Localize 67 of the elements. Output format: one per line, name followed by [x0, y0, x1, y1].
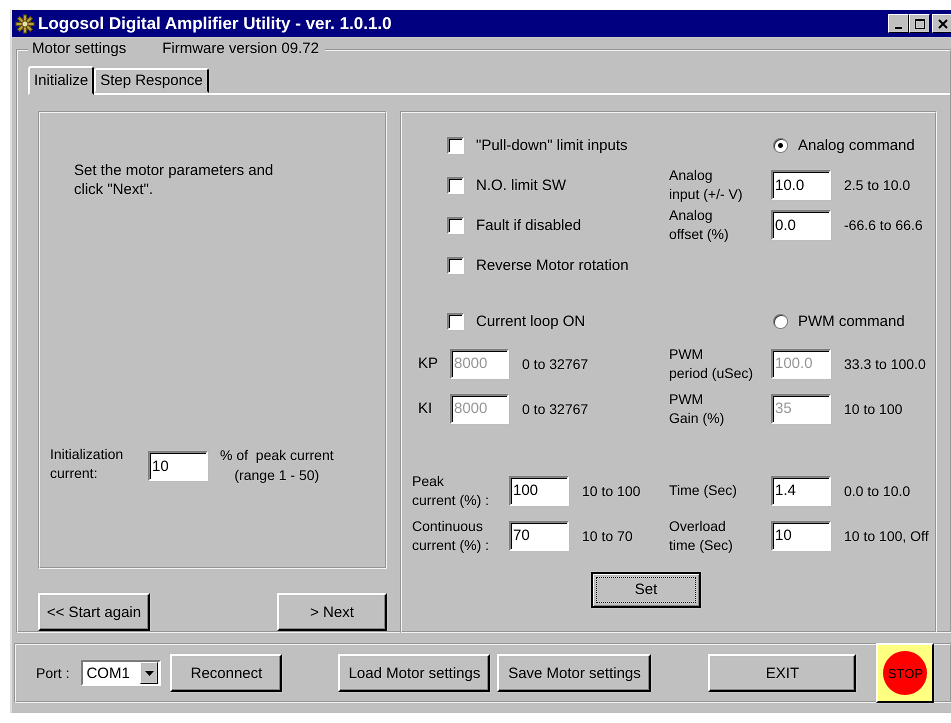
input-field[interactable]: 70: [509, 520, 569, 550]
input-field[interactable]: 10: [771, 520, 831, 550]
field-label: Analog input (+/- V): [669, 166, 744, 204]
checkbox[interactable]: [447, 216, 464, 234]
range-text: 10 to 100: [582, 482, 640, 498]
field-label: KI: [418, 400, 434, 417]
range-text: 0 to 32767: [522, 356, 588, 372]
exit-button[interactable]: EXIT: [708, 654, 856, 692]
radio-button[interactable]: [773, 138, 788, 152]
stop-button[interactable]: STOP: [876, 643, 934, 703]
input-field[interactable]: 10.0: [771, 170, 831, 200]
checkbox[interactable]: [447, 256, 464, 274]
close-button[interactable]: [932, 14, 951, 33]
checkbox[interactable]: [447, 176, 464, 194]
port-dropdown[interactable]: COM1: [81, 660, 162, 686]
range-hint: % of peak current (range 1 - 50): [220, 446, 334, 485]
save-settings-button[interactable]: Save Motor settings: [497, 654, 652, 692]
checkbox-label: "Pull-down" limit inputs: [476, 136, 628, 154]
group-label: Motor settings: [32, 40, 126, 57]
field-label: Overload time (Sec): [669, 516, 734, 554]
input-field[interactable]: 10: [148, 451, 208, 481]
range-text: 10 to 100, Off: [844, 528, 929, 544]
minimize-button[interactable]: [888, 14, 909, 33]
instruction-text: Set the motor parameters and click "Next".: [74, 161, 274, 199]
dropdown-arrow-icon: [144, 670, 154, 676]
range-text: 0 to 32767: [522, 400, 588, 416]
reconnect-button[interactable]: Reconnect: [170, 654, 282, 692]
firmware-version: Firmware version 09.72: [162, 40, 319, 57]
checkbox-label: Current loop ON: [476, 312, 586, 330]
range-text: 0.0 to 10.0: [844, 482, 910, 498]
set-button[interactable]: Set: [591, 572, 701, 608]
start-again-button[interactable]: << Start again: [38, 593, 150, 631]
field-label: Peak current (%) :: [412, 472, 490, 510]
checkbox-label: Fault if disabled: [476, 216, 582, 234]
checkbox-label: Reverse Motor rotation: [476, 256, 629, 274]
tab[interactable]: Initialize: [28, 66, 94, 95]
range-text: 33.3 to 100.0: [844, 356, 926, 372]
input-field[interactable]: 0.0: [771, 210, 831, 240]
maximize-icon: [914, 18, 924, 28]
range-text: -66.6 to 66.6: [844, 217, 923, 233]
field-label: Analog offset (%): [669, 206, 730, 244]
input-field[interactable]: 100: [509, 476, 569, 506]
port-label: Port :: [36, 665, 70, 681]
checkbox[interactable]: [447, 312, 464, 330]
field-label: PWM period (uSec): [669, 344, 754, 382]
field-label: PWM Gain (%): [669, 390, 726, 428]
checkbox[interactable]: [447, 136, 464, 154]
gear-icon: [15, 14, 35, 34]
maximize-button[interactable]: [909, 14, 930, 33]
minimize-icon: [895, 26, 902, 28]
radio-button[interactable]: [773, 314, 788, 328]
field-label: Time (Sec): [669, 481, 738, 500]
load-settings-button[interactable]: Load Motor settings: [338, 654, 490, 692]
range-text: 10 to 70: [582, 528, 633, 544]
field-label: KP: [418, 355, 440, 372]
radio-label: PWM command: [798, 312, 905, 330]
field-label: Initialization current:: [50, 445, 124, 483]
input-field[interactable]: 1.4: [771, 476, 831, 506]
tab[interactable]: Step Responce: [94, 68, 209, 93]
checkbox-label: N.O. limit SW: [476, 176, 566, 194]
field-label: Continuous current (%) :: [412, 516, 490, 554]
window-title: Logosol Digital Amplifier Utility - ver. 1.0.1.0: [38, 14, 392, 34]
next-button[interactable]: > Next: [277, 593, 387, 631]
close-icon: [938, 18, 948, 28]
range-text: 10 to 100: [844, 400, 902, 416]
radio-label: Analog command: [798, 136, 915, 154]
range-text: 2.5 to 10.0: [844, 177, 910, 193]
